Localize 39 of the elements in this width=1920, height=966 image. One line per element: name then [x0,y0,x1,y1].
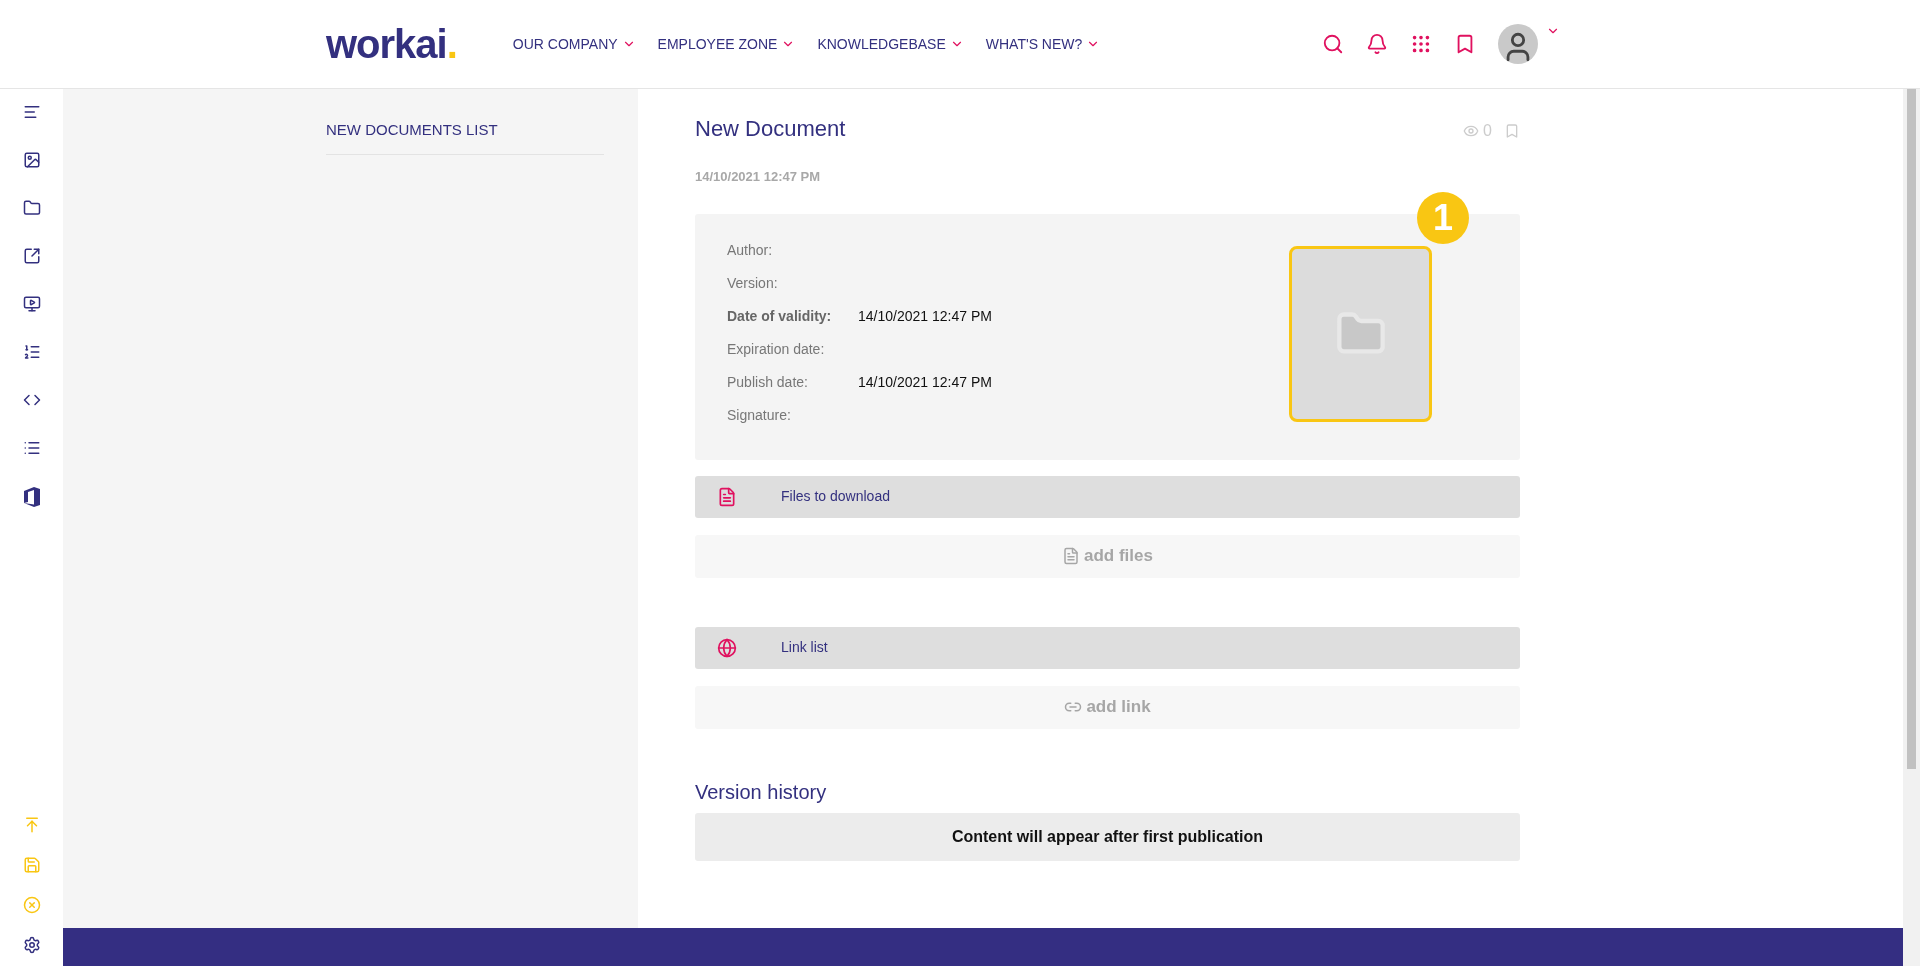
field-label: Date of validity: [727,306,833,326]
step-badge: 1 [1417,191,1469,244]
section-title: Version history [695,779,828,805]
field-label: Publish date: [727,372,809,392]
folder-icon[interactable] [22,199,41,217]
document-icon [1062,547,1080,565]
settings-icon[interactable] [22,936,41,954]
image-icon[interactable] [22,151,41,169]
nav-menu[interactable]: OUR COMPANY [512,33,636,55]
text-align-icon[interactable] [22,103,41,121]
document-title: New Document [695,115,846,143]
field-label: Signature: [727,405,792,425]
document-date: 14/10/2021 12:47 PM [695,168,822,186]
workai-logo[interactable]: workai. [326,24,457,64]
external-link-icon[interactable] [22,247,41,265]
document-icon [717,486,737,507]
field-value: 14/10/2021 12:47 PM [858,372,992,392]
scrollbar[interactable] [1903,89,1920,966]
globe-icon [717,637,737,658]
table-icon[interactable] [22,343,41,361]
list-icon[interactable] [22,439,41,457]
section-header[interactable]: Link list [695,626,1520,669]
field-label: Expiration date: [727,339,826,359]
field-label: Version: [727,273,779,293]
office-icon[interactable] [22,487,41,507]
field-value: 14/10/2021 12:47 PM [858,306,992,326]
field-label: Author: [727,240,774,260]
section-header[interactable]: Files to download [695,475,1520,518]
bell-icon[interactable] [1366,33,1388,55]
avatar[interactable] [1498,24,1538,64]
panel-title: NEW DOCUMENTS LIST [326,119,604,155]
video-icon[interactable] [22,295,41,313]
empty-state-message: Content will appear after first publication [695,812,1520,861]
thumbnail-dropzone[interactable] [1289,245,1432,422]
nav-menu[interactable]: KNOWLEDGEBASE [817,33,964,55]
apps-grid-icon[interactable] [1410,33,1432,55]
nav-menu[interactable]: EMPLOYEE ZONE [657,33,796,55]
nav-menu[interactable]: WHAT'S NEW? [985,33,1101,55]
search-icon[interactable] [1322,33,1344,55]
